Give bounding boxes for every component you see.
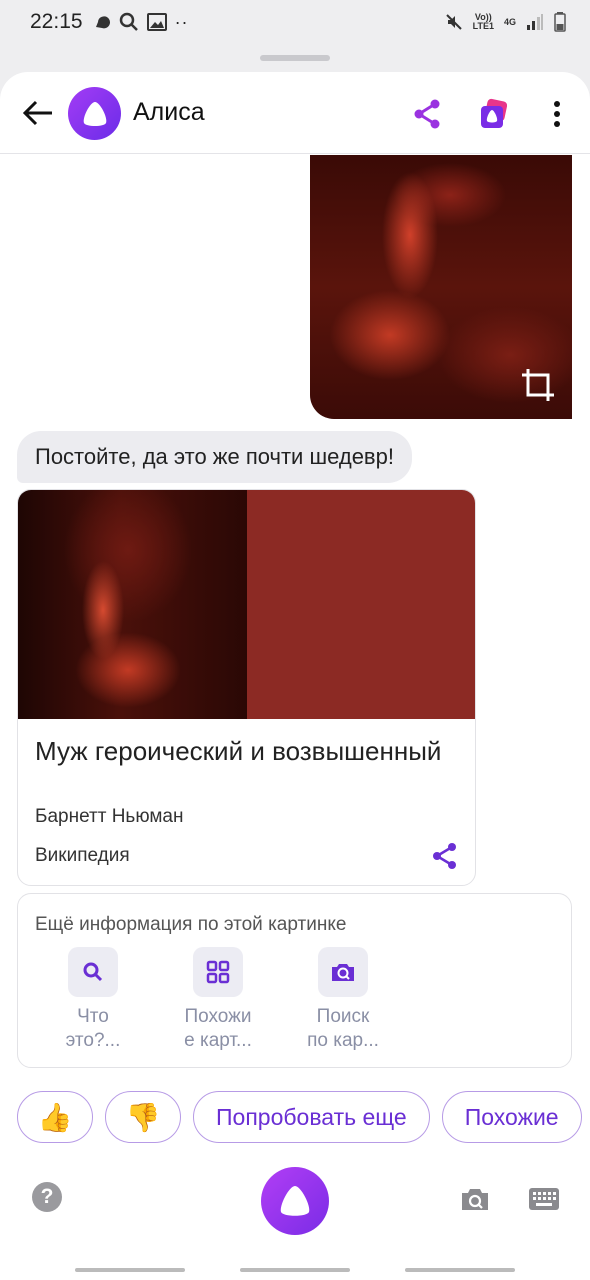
signal-icon [527,14,543,30]
keyboard-icon[interactable] [529,1188,559,1210]
mute-icon [445,14,462,30]
image-search-label: Поиск по кар... [288,1005,398,1053]
crop-icon[interactable] [520,367,556,403]
lte-label: LTE1 [472,21,494,31]
more-dots-icon: ·· [174,11,189,32]
camera-search-icon [318,947,368,997]
page-title: Алиса [133,98,205,126]
alice-voice-button[interactable] [261,1167,329,1235]
camera-search-icon[interactable] [460,1186,490,1212]
image-icon [146,13,167,31]
skills-icon [481,98,508,128]
what-is-it-label: Что это?... [38,1005,148,1053]
thumbs-up-button[interactable]: 👍 [17,1091,93,1143]
what-is-it-button[interactable]: Что это?... [38,947,148,1053]
alice-logo-icon [83,101,106,126]
share-icon [414,99,440,129]
assistant-message: Постойте, да это же почти шедевр! [17,431,412,483]
suggestion-chips: 👍 👎 Попробовать еще Похожие [17,1091,582,1143]
alice-skills-button[interactable] [474,94,514,134]
back-arrow-icon[interactable] [22,97,54,129]
what-is-it-label-line1: Что [77,1006,109,1027]
artwork-source-link[interactable]: Википедия [35,845,130,867]
alice-sheet: Алиса Постойте, да это же почти шедевр! … [0,72,590,1280]
share-button[interactable] [407,94,447,134]
more-info-title: Ещё информация по этой картинке [35,914,347,935]
sheet-drag-handle[interactable] [260,55,330,61]
search-icon [119,12,138,31]
nav-home-indicator[interactable] [240,1268,350,1272]
status-time: 22:15 [30,10,83,33]
chat-bubble-icon [95,16,110,29]
nav-back-indicator[interactable] [405,1268,515,1272]
similar-images-button[interactable]: Похожи е карт... [163,947,273,1053]
status-notification-icons: ·· [93,12,189,33]
alice-logo-icon [280,1186,310,1216]
image-search-button[interactable]: Поиск по кар... [288,947,398,1053]
more-options-button[interactable] [537,94,577,134]
more-info-panel: Ещё информация по этой картинке Что это?… [17,893,572,1068]
system-nav-bar [0,1260,590,1280]
help-icon: ? [40,1185,54,1208]
thumbs-down-button[interactable]: 👎 [105,1091,181,1143]
help-button[interactable]: ? [32,1182,62,1212]
nav-recent-indicator[interactable] [75,1268,185,1272]
artwork-card[interactable]: Муж героический и возвышенный Барнетт Нь… [17,489,476,886]
artwork-title: Муж героический и возвышенный [35,736,442,766]
assistant-message-text: Постойте, да это же почти шедевр! [35,444,394,469]
status-bar: 22:15 ·· Vo)) LTE1 4G [0,0,590,44]
try-again-chip[interactable]: Попробовать еще [193,1091,430,1143]
similar-chip[interactable]: Похожие [441,1091,582,1143]
search-icon [68,947,118,997]
more-vertical-icon [554,101,560,127]
similar-images-label-line2: е карт... [184,1030,252,1051]
artwork-image [247,490,475,719]
image-search-label-line1: Поиск [316,1006,370,1027]
what-is-it-label-line2: это?... [65,1030,121,1051]
grid-icon [193,947,243,997]
volte-indicator: Vo)) LTE1 [473,13,494,31]
bottom-bar: ? [0,1158,590,1248]
user-photo-thumbnail [18,490,247,719]
battery-icon [554,12,566,32]
user-photo-message[interactable] [310,155,572,419]
network-type: 4G [503,16,516,27]
card-share-icon[interactable] [431,842,459,870]
artwork-author: Барнетт Ньюман [35,806,184,827]
alice-avatar [68,87,121,140]
similar-images-label-line1: Похожи [184,1006,252,1027]
similar-images-label: Похожи е карт... [163,1005,273,1053]
image-search-label-line2: по кар... [307,1030,379,1051]
header: Алиса [0,72,590,154]
